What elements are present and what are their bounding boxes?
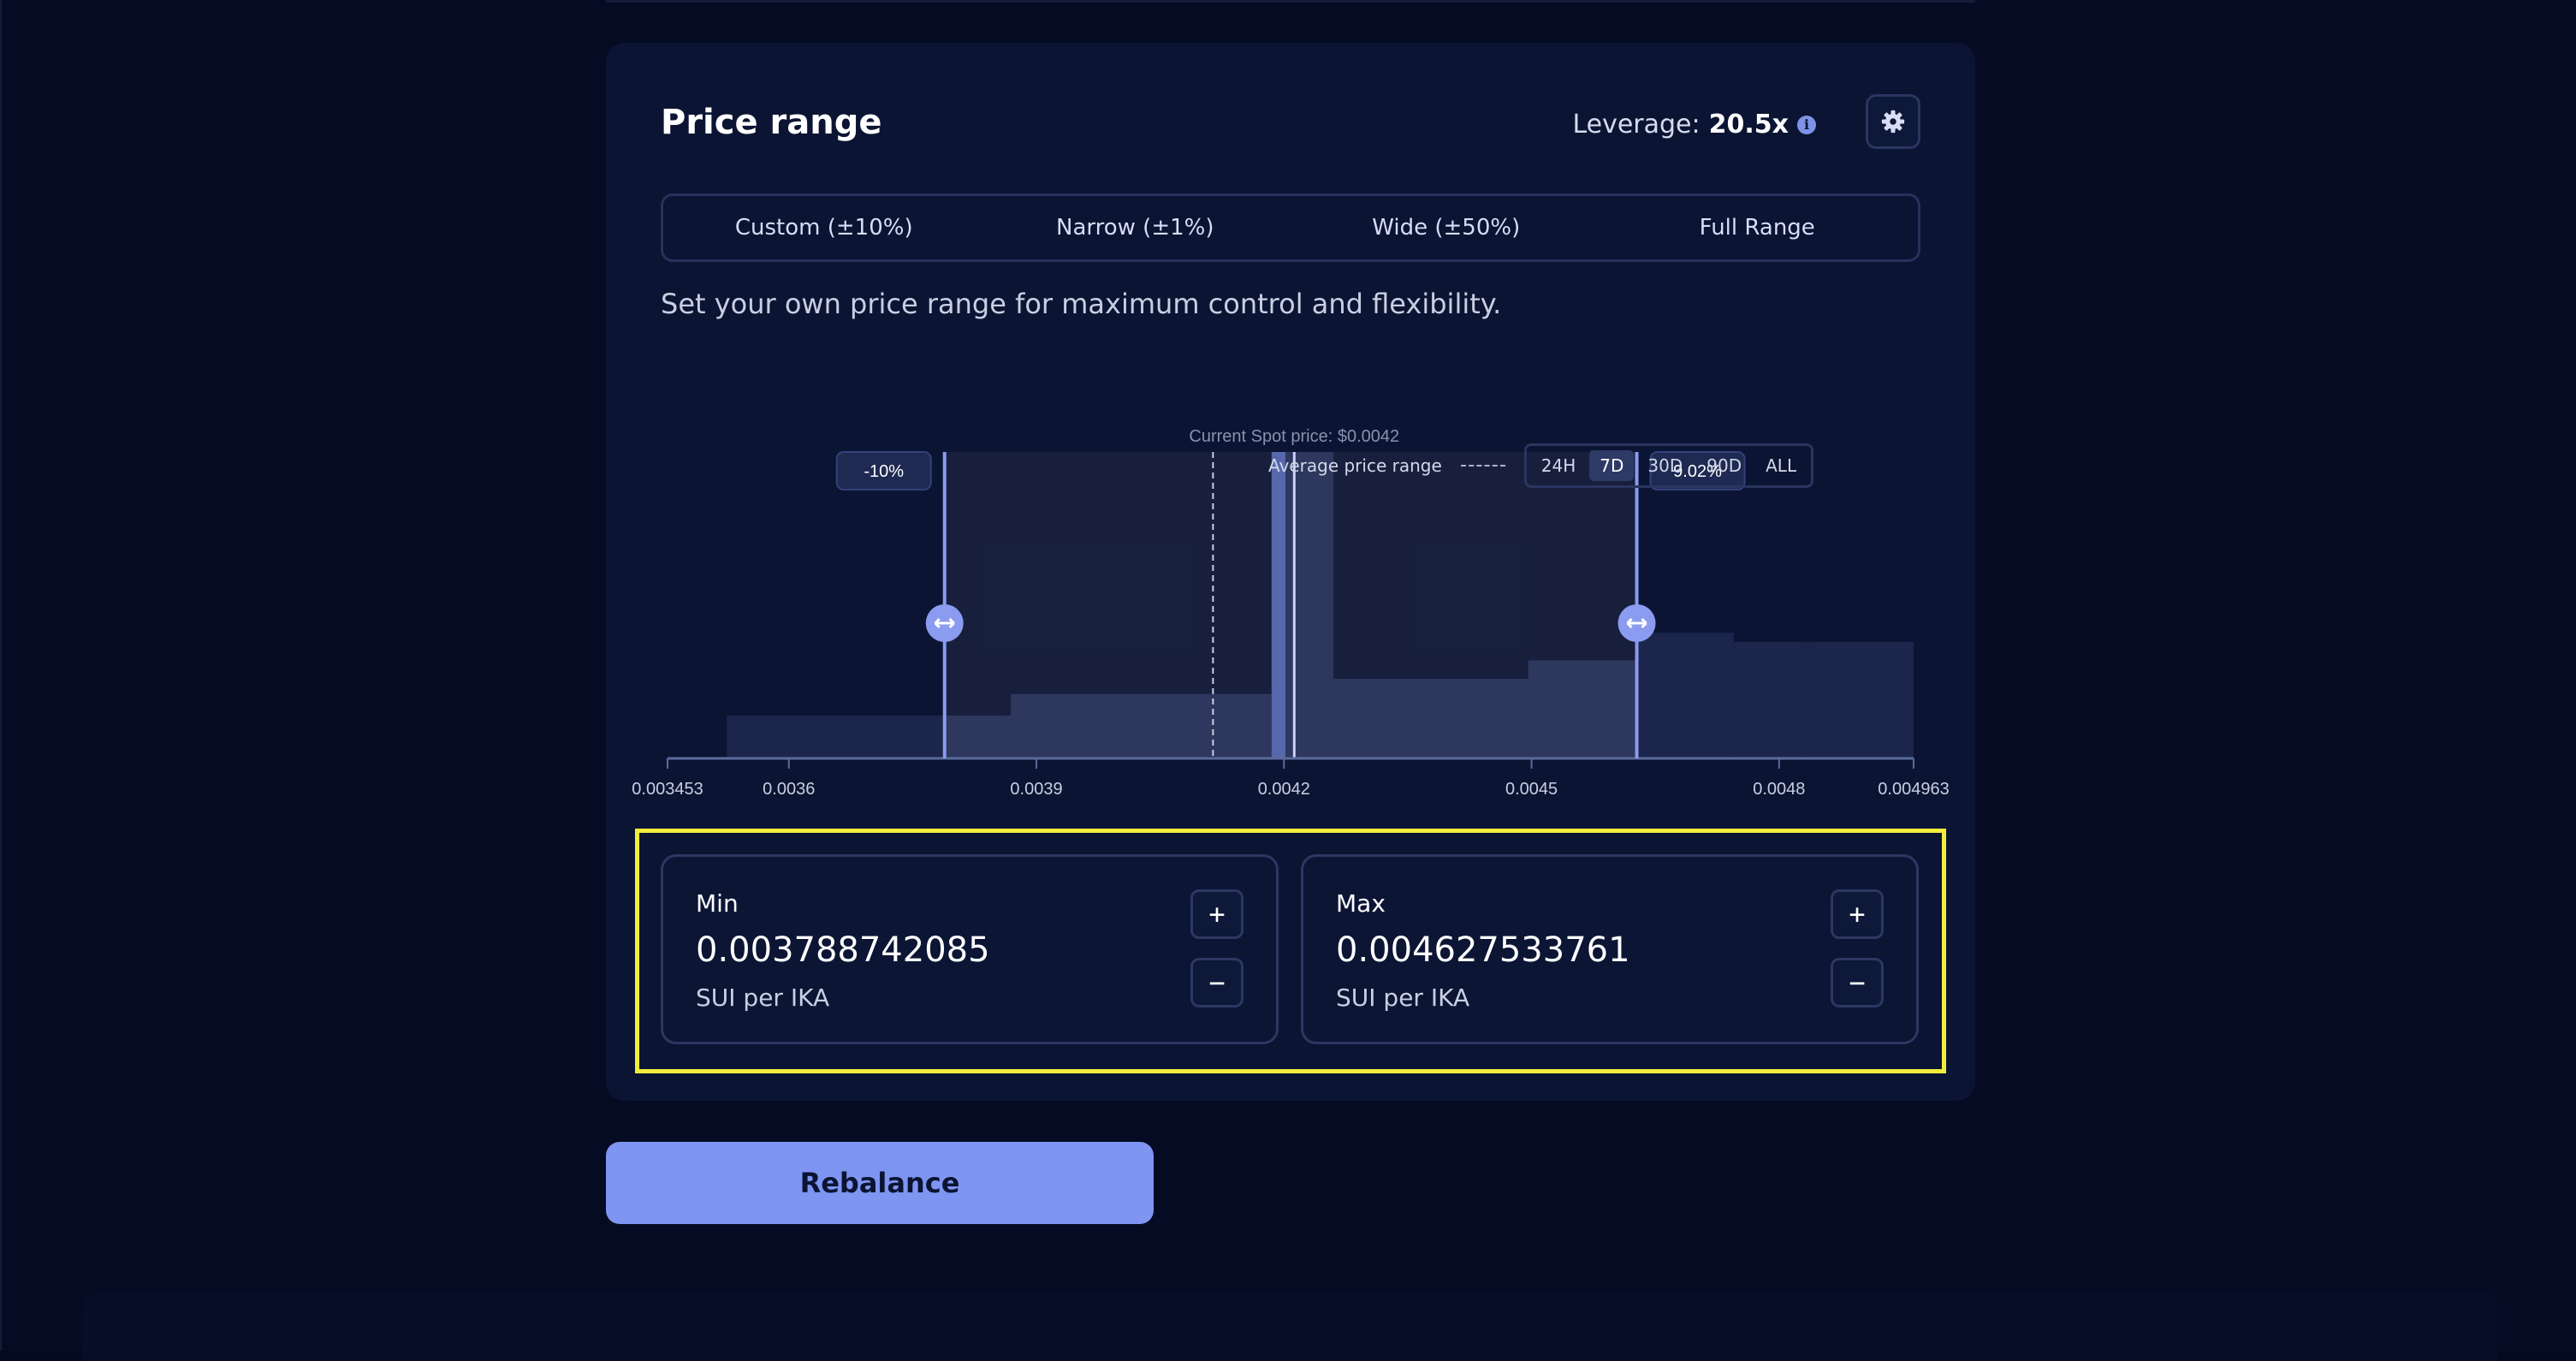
leverage-info: Leverage: 20.5x i — [1572, 110, 1816, 140]
leverage-value: 20.5x — [1708, 110, 1789, 140]
x-tick-label: 0.0042 — [1258, 780, 1310, 799]
interval-30d[interactable]: 30D — [1637, 450, 1693, 481]
selected-range-band — [944, 452, 1637, 758]
max-decrement-button[interactable]: − — [1831, 958, 1884, 1007]
liquidity-bar — [1807, 641, 1914, 758]
liquidity-chart: Current Spot price: $0.0042 0.003453 0.00… — [632, 427, 1950, 799]
top-strip — [606, 0, 1975, 3]
x-tick-label: 0.0036 — [763, 780, 815, 799]
app-background: Price range Leverage: 20.5x i Custom (±1… — [0, 0, 2576, 1361]
x-tick-label: 0.0039 — [1010, 780, 1062, 799]
tab-wide[interactable]: Wide (±50%) — [1291, 201, 1602, 254]
average-price-range-label: Average price range — [1268, 455, 1442, 476]
average-price-range-control: Average price range 24H 7D 30D 90D ALL — [1268, 443, 1814, 488]
x-tick-label: 0.003453 — [632, 780, 703, 799]
range-preset-tabs: Custom (±10%) Narrow (±1%) Wide (±50%) F… — [661, 193, 1920, 262]
max-drag-handle[interactable] — [1617, 604, 1656, 642]
leverage-label: Leverage: — [1572, 110, 1701, 140]
max-label: Max — [1336, 889, 1386, 918]
bottom-panel — [82, 1293, 2497, 1361]
interval-all[interactable]: ALL — [1755, 450, 1807, 481]
tab-custom[interactable]: Custom (±10%) — [668, 201, 980, 254]
settings-button[interactable] — [1866, 94, 1920, 149]
rebalance-button[interactable]: Rebalance — [606, 1142, 1154, 1224]
svg-text:-10%: -10% — [864, 462, 904, 481]
gear-icon — [1881, 110, 1905, 134]
x-tick-label: 0.0045 — [1505, 780, 1558, 799]
card-title: Price range — [661, 103, 882, 142]
x-axis-ticks: 0.003453 0.0036 0.0039 0.0042 0.0045 0.0048 0.… — [632, 758, 1950, 799]
tab-full-range[interactable]: Full Range — [1602, 201, 1914, 254]
x-tick-label: 0.0048 — [1753, 780, 1805, 799]
max-price-input[interactable]: Max 0.004627533761 SUI per IKA + − — [1301, 854, 1919, 1044]
liquidity-bar — [1733, 641, 1808, 758]
x-tick-label: 0.004963 — [1878, 780, 1949, 799]
min-drag-handle[interactable] — [925, 604, 964, 642]
min-unit: SUI per IKA — [696, 984, 830, 1012]
interval-7d[interactable]: 7D — [1589, 450, 1635, 481]
price-range-card: Price range Leverage: 20.5x i Custom (±1… — [606, 43, 1975, 1101]
interval-selector: 24H 7D 30D 90D ALL — [1523, 443, 1814, 488]
tab-narrow[interactable]: Narrow (±1%) — [980, 201, 1291, 254]
min-decrement-button[interactable]: − — [1190, 958, 1243, 1007]
liquidity-bar — [1636, 633, 1734, 758]
max-unit: SUI per IKA — [1336, 984, 1470, 1012]
max-value[interactable]: 0.004627533761 — [1336, 930, 1630, 970]
average-line-legend — [1460, 465, 1505, 467]
interval-90d[interactable]: 90D — [1696, 450, 1752, 481]
range-description: Set your own price range for maximum con… — [661, 288, 1502, 320]
interval-24h[interactable]: 24H — [1531, 450, 1587, 481]
min-percent-badge: -10% — [835, 451, 932, 490]
min-price-input[interactable]: Min 0.003788742085 SUI per IKA + − — [661, 854, 1279, 1044]
max-increment-button[interactable]: + — [1831, 889, 1884, 939]
liquidity-bar — [727, 715, 946, 758]
min-value[interactable]: 0.003788742085 — [696, 930, 990, 970]
window-edge — [0, 0, 2, 1351]
min-increment-button[interactable]: + — [1190, 889, 1243, 939]
info-icon[interactable]: i — [1797, 115, 1816, 134]
min-label: Min — [696, 889, 739, 918]
